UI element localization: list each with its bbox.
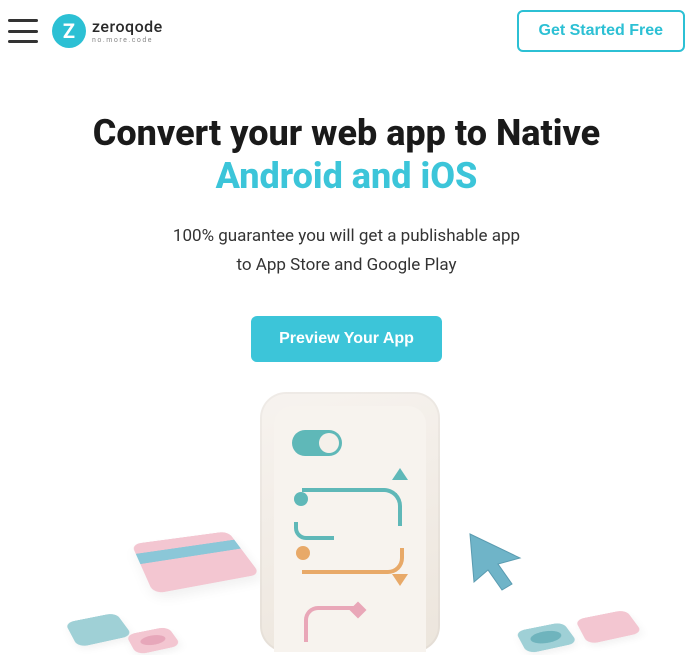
brand-logo[interactable]: Z zeroqode no.more.code [52,14,163,48]
phone-mockup-icon [260,392,440,652]
logo-mark-icon: Z [52,14,86,48]
brand-name: zeroqode [92,19,163,35]
hero-illustration [0,392,693,652]
brand-tagline: no.more.code [92,37,163,44]
tile-icon [65,613,133,648]
hero-title-line1: Convert your web app to Native [0,112,693,155]
menu-icon[interactable] [8,19,38,43]
tile-icon [575,610,643,645]
get-started-button[interactable]: Get Started Free [517,10,685,52]
hero-subtitle-line1: 100% guarantee you will get a publishabl… [0,222,693,251]
cursor-arrow-icon [460,526,530,596]
tile-icon [515,622,578,654]
toggle-icon [292,430,342,456]
preview-app-button[interactable]: Preview Your App [251,316,442,362]
hero-title-line2: Android and iOS [0,155,693,198]
tile-icon [126,627,182,655]
credit-card-icon [131,531,260,594]
hero-subtitle-line2: to App Store and Google Play [0,251,693,280]
